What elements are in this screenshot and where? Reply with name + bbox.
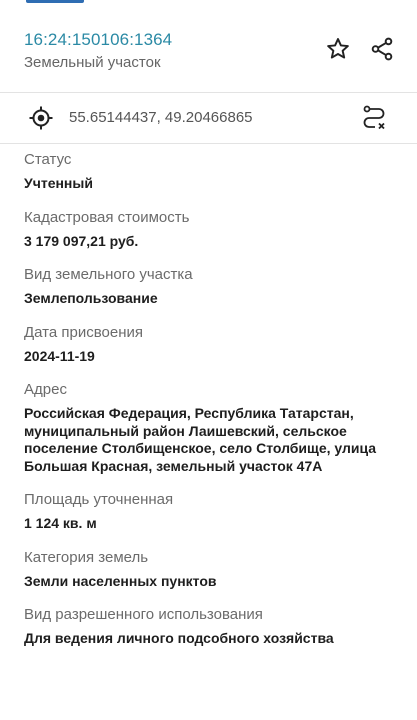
share-button[interactable] (366, 33, 398, 65)
share-icon (371, 37, 393, 61)
field-label: Категория земель (24, 548, 149, 566)
crosshair-target-icon[interactable] (28, 105, 54, 131)
field-value: Землепользование (24, 290, 158, 306)
field-value: 3 179 097,21 руб. (24, 232, 139, 249)
cadastral-number: 16:24:150106:1364 (24, 30, 173, 49)
coordinates-value[interactable]: 55.65144437, 49.20466865 (69, 109, 253, 126)
parcel-header: 16:24:150106:1364 Земельный участок (0, 0, 417, 92)
field-label: Кадастровая стоимость (24, 208, 190, 226)
field-value: Учтенный (24, 175, 93, 191)
field-value: 1 124 кв. м (24, 515, 97, 531)
field-value: Земли населенных пунктов (24, 572, 217, 589)
field-status: Статус Учтенный (24, 150, 393, 193)
field-value: Российская Федерация, Республика Татарст… (24, 405, 377, 474)
parcel-details: Статус Учтенный Кадастровая стоимость 3 … (0, 144, 417, 648)
field-permitted-use: Вид разрешенного использования Для веден… (24, 605, 393, 648)
object-type: Земельный участок (24, 54, 161, 71)
field-value: 2024-11-19 (24, 347, 95, 364)
star-icon (327, 38, 349, 59)
field-label: Адрес (24, 381, 67, 398)
coordinates-row: 55.65144437, 49.20466865 (0, 93, 417, 143)
route-icon[interactable] (358, 102, 390, 134)
field-assignment-date: Дата присвоения 2024-11-19 (24, 323, 393, 366)
field-label: Площадь уточненная (24, 491, 174, 508)
field-label: Дата присвоения (24, 323, 143, 341)
field-address: Адрес Российская Федерация, Республика Т… (24, 380, 393, 475)
field-area: Площадь уточненная 1 124 кв. м (24, 490, 393, 533)
field-cadastral-value: Кадастровая стоимость 3 179 097,21 руб. (24, 208, 393, 251)
field-label: Статус (24, 151, 72, 168)
field-land-category: Категория земель Земли населенных пункто… (24, 548, 393, 591)
field-value: Для ведения личного подсобного хозяйства (24, 630, 334, 646)
field-label: Вид земельного участка (24, 266, 193, 283)
field-label: Вид разрешенного использования (24, 606, 263, 623)
field-land-type: Вид земельного участка Землепользование (24, 265, 393, 308)
favorite-button[interactable] (322, 33, 354, 65)
